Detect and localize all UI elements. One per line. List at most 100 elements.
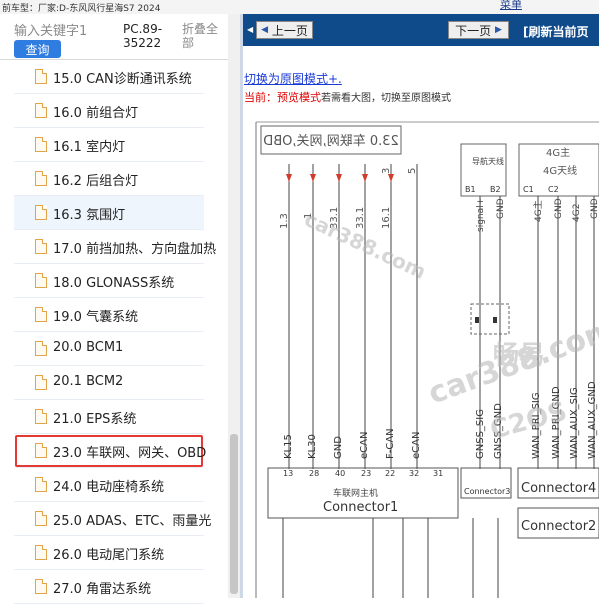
tree-item[interactable]: 21.0 EPS系统 — [14, 400, 204, 434]
tree-item-label: 21.0 EPS系统 — [53, 412, 137, 427]
tree-item[interactable]: 20.1 BCM2 — [14, 366, 204, 400]
prev-page-label: 上一页 — [271, 23, 308, 38]
diagram-title-box: 23.0 车联网,网关,OBD — [260, 125, 402, 155]
document-icon — [35, 103, 47, 118]
right-panel: ◀ ◀ 上一页 下一页 ▶ [刷新当前页 切换为原图模式+. 当前：预览模式若需… — [243, 14, 599, 598]
pin-number: 22 — [385, 469, 395, 478]
connector-name: Connector1 — [323, 500, 398, 515]
connector-name: Connector4 — [521, 481, 596, 496]
tree-item[interactable]: 20.0 BCM1 — [14, 332, 204, 366]
fold-all-button[interactable]: 折叠全部 — [182, 22, 226, 50]
pin-number: 23 — [361, 469, 371, 478]
tree-item[interactable]: 16.1 室内灯 — [14, 128, 204, 162]
connector-2: Connector2 — [517, 507, 599, 539]
document-icon — [35, 69, 47, 84]
signal-label: GND — [554, 198, 564, 219]
pin-id: B2 — [490, 185, 501, 194]
tree-item[interactable]: 19.0 气囊系统 — [14, 298, 204, 332]
prev-page-button[interactable]: ◀ 上一页 — [256, 21, 313, 39]
left-scrollbar[interactable] — [228, 14, 240, 598]
pin-label: 1.3 — [279, 213, 290, 229]
mode-hint: 若需看大图，切换至原图模式 — [321, 93, 451, 104]
tree-item[interactable]: 15.0 CAN诊断通讯系统 — [14, 60, 204, 94]
tree-item-label: 17.0 前挡加热、方向盘加热 — [53, 242, 217, 257]
left-panel: 查询 PC.89-35222 折叠全部 15.0 CAN诊断通讯系统 16.0 … — [0, 14, 242, 604]
document-icon — [35, 341, 47, 356]
tree-item-label: 16.0 前组合灯 — [53, 106, 139, 121]
nav-antenna-module: 导航天线 B1 B2 — [460, 143, 507, 197]
tree-item[interactable]: 24.0 电动座椅系统 — [14, 468, 204, 502]
tree-item-label: 18.0 GLONASS系统 — [53, 276, 175, 291]
tree-item-label: 20.0 BCM1 — [53, 340, 124, 355]
query-button[interactable]: 查询 — [14, 40, 61, 58]
document-icon — [35, 205, 47, 220]
tree-list: 15.0 CAN诊断通讯系统 16.0 前组合灯 16.1 室内灯 16.2 后… — [14, 60, 216, 604]
tree-item-label: 16.2 后组合灯 — [53, 174, 139, 189]
pin-id: C2 — [548, 185, 559, 194]
tree-item[interactable]: 26.0 电动尾门系统 — [14, 536, 204, 570]
pin-bottom-label: F-CAN — [385, 428, 396, 459]
mode-now-label: 当前： — [244, 91, 277, 104]
pin-label: 33.1 — [355, 207, 366, 229]
signal-label: GND — [496, 198, 506, 219]
tree-item[interactable]: 17.0 前挡加热、方向盘加热 — [14, 230, 216, 264]
pin-label: 16.1 — [381, 207, 392, 229]
switch-to-original-link[interactable]: 切换为原图模式+. — [244, 70, 342, 87]
menu-link[interactable]: 菜单 — [500, 0, 522, 12]
pc-code: PC.89-35222 — [123, 22, 163, 50]
pin-number: 31 — [433, 469, 443, 478]
wiring-diagram[interactable]: 23.0 车联网,网关,OBD 1.3 1 33.1 33.1 3 16.1 5… — [243, 104, 599, 598]
search-input[interactable] — [14, 21, 118, 41]
module-label: 导航天线 — [472, 156, 504, 166]
tree-item-label: 19.0 气囊系统 — [53, 310, 139, 325]
module-label: 4G天线 — [543, 164, 577, 177]
pin-bottom-label: eCAN — [411, 432, 422, 459]
module-label: 4G主 — [546, 147, 570, 159]
tree-item-label: 24.0 电动座椅系统 — [53, 480, 165, 495]
tree-item-label: 26.0 电动尾门系统 — [53, 548, 165, 563]
pin-label: 5 — [407, 168, 418, 174]
search-area: 查询 PC.89-35222 折叠全部 — [0, 14, 228, 60]
pin-number: 28 — [309, 469, 319, 478]
tree-item[interactable]: 16.2 后组合灯 — [14, 162, 204, 196]
tree-item[interactable]: 16.0 前组合灯 — [14, 94, 204, 128]
document-icon — [35, 545, 47, 560]
pin-bottom-label: KL30 — [307, 434, 318, 459]
tree-item-highlighted[interactable]: 23.0 车联网、网关、OBD — [14, 434, 207, 468]
next-page-button[interactable]: 下一页 ▶ — [448, 21, 509, 39]
page-nav-bar: ◀ ◀ 上一页 下一页 ▶ [刷新当前页 — [243, 14, 599, 46]
document-icon — [35, 579, 47, 594]
scrollbar-thumb[interactable] — [230, 434, 238, 594]
pin-id: C1 — [523, 185, 534, 194]
tree-item-selected[interactable]: 16.3 氛围灯 — [14, 196, 204, 230]
next-page-label: 下一页 — [455, 23, 492, 38]
wan-label: WAN_AUX_SIG — [569, 387, 580, 459]
document-icon — [35, 511, 47, 526]
pin-bottom-label: KL15 — [283, 434, 294, 459]
connector-name: Connector3 — [464, 487, 510, 496]
connector-3: Connector3 — [460, 467, 512, 499]
document-icon — [35, 137, 47, 152]
pin-label: 3 — [381, 168, 392, 174]
document-icon — [35, 477, 47, 492]
tree-item-label: 23.0 车联网、网关、OBD — [53, 446, 207, 461]
signal-label: signal+ — [476, 198, 486, 232]
tree-item-label: 25.0 ADAS、ETC、雨量光 — [53, 514, 212, 529]
refresh-current-page-link[interactable]: [刷新当前页 — [523, 23, 589, 40]
wan-label: WAN_AUX_GND — [587, 381, 598, 459]
document-icon — [35, 409, 47, 424]
document-icon — [35, 273, 47, 288]
pin-icon[interactable]: ◀ — [247, 25, 253, 34]
tree-item-label: 16.1 室内灯 — [53, 140, 126, 155]
pin-number: 13 — [283, 469, 293, 478]
tree-item[interactable]: 27.0 角雷达系统 — [14, 570, 204, 604]
4g-antenna-module: 4G主 4G天线 C1 C2 — [518, 143, 599, 197]
gnss-label: GNSS_SIG — [475, 409, 486, 459]
connector-header: 车联网主机 — [333, 487, 378, 499]
pin-number: 40 — [335, 469, 345, 478]
tree-item-label: 15.0 CAN诊断通讯系统 — [53, 72, 192, 87]
arrow-right-icon: ▶ — [494, 25, 502, 35]
connector-name: Connector2 — [521, 519, 596, 534]
tree-item[interactable]: 18.0 GLONASS系统 — [14, 264, 204, 298]
tree-item[interactable]: 25.0 ADAS、ETC、雨量光 — [14, 502, 211, 536]
